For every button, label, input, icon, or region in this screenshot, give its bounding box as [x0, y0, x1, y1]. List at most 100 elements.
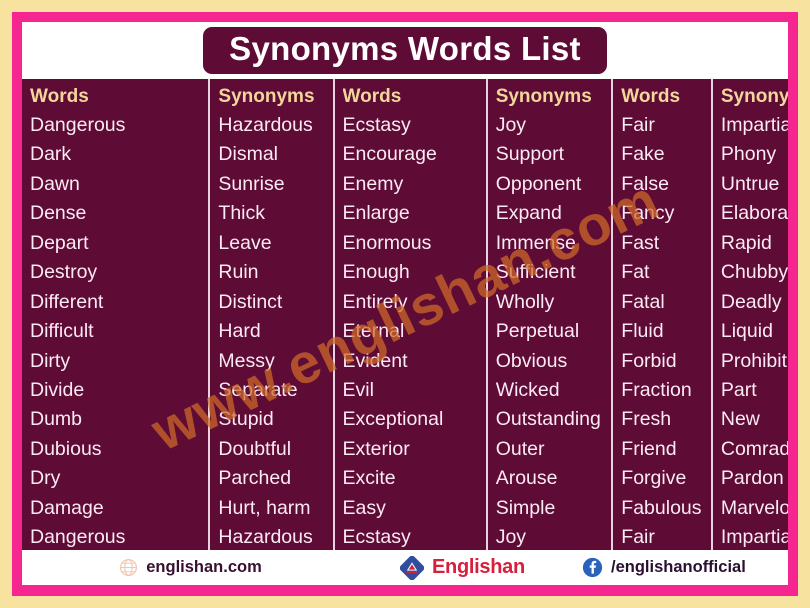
table-cell: Dirty	[30, 349, 71, 372]
table-cell: Dubious	[30, 437, 102, 460]
table-cell: Joy	[495, 114, 527, 136]
title-band: Synonyms Words List	[22, 22, 788, 79]
table-column-3: Words Ecstasy Encourage Enemy Enlarge En…	[335, 79, 488, 550]
table-cell: Encourage	[342, 143, 437, 166]
table-column-1: Words Dangerous Dark Dawn Dense Depart D…	[22, 79, 211, 550]
table-cell: Depart	[30, 231, 89, 254]
table-cell: Rapid	[720, 231, 772, 254]
table-cell: Ruin	[218, 261, 259, 284]
table-cell: False	[621, 172, 669, 195]
table-cell: Fancy	[621, 202, 675, 225]
footer-facebook[interactable]: /englishanofficial	[566, 557, 788, 578]
footer-bar: englishan.com Englishan /englishanoffici…	[22, 550, 788, 585]
table-cell: Fair	[621, 526, 655, 549]
table-cell: Forbid	[621, 349, 677, 372]
table-cell: Fraction	[621, 378, 692, 401]
table-cell: Outstanding	[495, 408, 601, 431]
table-cell: Friend	[621, 437, 677, 460]
table-cell: Fluid	[621, 320, 664, 343]
table-cell: Fair	[621, 114, 655, 136]
footer-website[interactable]: englishan.com	[22, 558, 359, 577]
table-cell: Dumb	[30, 408, 83, 431]
table-cell: Fake	[621, 143, 665, 166]
table-cell: Chubby	[720, 261, 788, 284]
table-cell: Destroy	[30, 261, 98, 284]
column-header: Words	[621, 86, 681, 107]
table-cell: Immense	[495, 231, 576, 254]
table-cell: Separate	[218, 378, 298, 401]
table-cell: Sunrise	[218, 172, 285, 195]
table-cell: Enlarge	[342, 202, 410, 225]
table-cell: Wicked	[495, 378, 560, 401]
table-cell: Enough	[342, 261, 410, 284]
table-cell: Damage	[30, 496, 104, 519]
table-cell: Elaborate	[720, 202, 788, 225]
footer-brand[interactable]: Englishan	[359, 555, 566, 580]
table-cell: Liquid	[720, 320, 773, 343]
table-cell: New	[720, 408, 760, 431]
table-cell: Sufficient	[495, 261, 576, 284]
table-cell: Simple	[495, 496, 556, 519]
table-cell: Difficult	[30, 320, 94, 343]
brand-label: Englishan	[432, 556, 525, 578]
table-cell: Outer	[495, 437, 545, 460]
table-cell: Parched	[218, 467, 292, 490]
table-cell: Ecstasy	[342, 114, 411, 136]
table-cell: Expand	[495, 202, 562, 225]
table-cell: Hurt, harm	[218, 496, 311, 519]
table-cell: Hard	[218, 320, 261, 343]
table-cell: Evil	[342, 378, 374, 401]
table-cell: Support	[495, 143, 564, 166]
table-grid: Words Dangerous Dark Dawn Dense Depart D…	[22, 79, 788, 550]
table-cell: Enemy	[342, 172, 404, 195]
table-cell: Enormous	[342, 231, 432, 254]
table-cell: Dangerous	[30, 114, 126, 136]
table-cell: Arouse	[495, 467, 558, 490]
table-cell: Joy	[495, 526, 527, 549]
table-cell: Divide	[30, 378, 85, 401]
table-cell: Dry	[30, 467, 61, 490]
column-header: Synonyms	[720, 86, 788, 107]
table-cell: Dangerous	[30, 526, 126, 549]
table-cell: Dawn	[30, 172, 80, 195]
table-cell: Excite	[342, 467, 396, 490]
table-cell: Exceptional	[342, 408, 444, 431]
table-cell: Entirely	[342, 290, 408, 313]
table-cell: Phony	[720, 143, 777, 166]
page-title: Synonyms Words List	[229, 29, 581, 67]
table-cell: Pardon	[720, 467, 784, 490]
table-cell: Part	[720, 378, 757, 401]
table-cell: Distinct	[218, 290, 283, 313]
table-cell: Fat	[621, 261, 650, 284]
table-cell: Ecstasy	[342, 526, 411, 549]
column-header: Synonyms	[218, 86, 315, 107]
table-cell: Leave	[218, 231, 272, 254]
table-cell: Comrade	[720, 437, 788, 460]
table-column-2: Synonyms Hazardous Dismal Sunrise Thick …	[210, 79, 335, 550]
table-cell: Deadly	[720, 290, 782, 313]
table-cell: Marvelous	[720, 496, 788, 519]
table-column-5: Words Fair Fake False Fancy Fast Fat Fat…	[613, 79, 713, 550]
table-cell: Fast	[621, 231, 660, 254]
table-cell: Fresh	[621, 408, 672, 431]
table-cell: Different	[30, 290, 104, 313]
table-column-6: Synonyms Impartial Phony Untrue Elaborat…	[713, 79, 788, 550]
table-cell: Hazardous	[218, 114, 313, 136]
table-cell: Impartial	[720, 114, 788, 136]
table-cell: Forgive	[621, 467, 687, 490]
table-cell: Doubtful	[218, 437, 292, 460]
title-banner: Synonyms Words List	[203, 26, 607, 75]
table-cell: Obvious	[495, 349, 568, 372]
column-header: Words	[30, 86, 89, 107]
table-cell: Fatal	[621, 290, 665, 313]
table-cell: Dismal	[218, 143, 279, 166]
website-label: englishan.com	[146, 558, 262, 576]
table-cell: Stupid	[218, 408, 274, 431]
facebook-icon	[582, 557, 603, 578]
table-cell: Prohibit	[720, 349, 787, 372]
table-cell: Dark	[30, 143, 72, 166]
table-cell: Fabulous	[621, 496, 702, 519]
table-cell: Hazardous	[218, 526, 313, 549]
table-cell: Wholly	[495, 290, 555, 313]
column-header: Words	[342, 86, 402, 107]
